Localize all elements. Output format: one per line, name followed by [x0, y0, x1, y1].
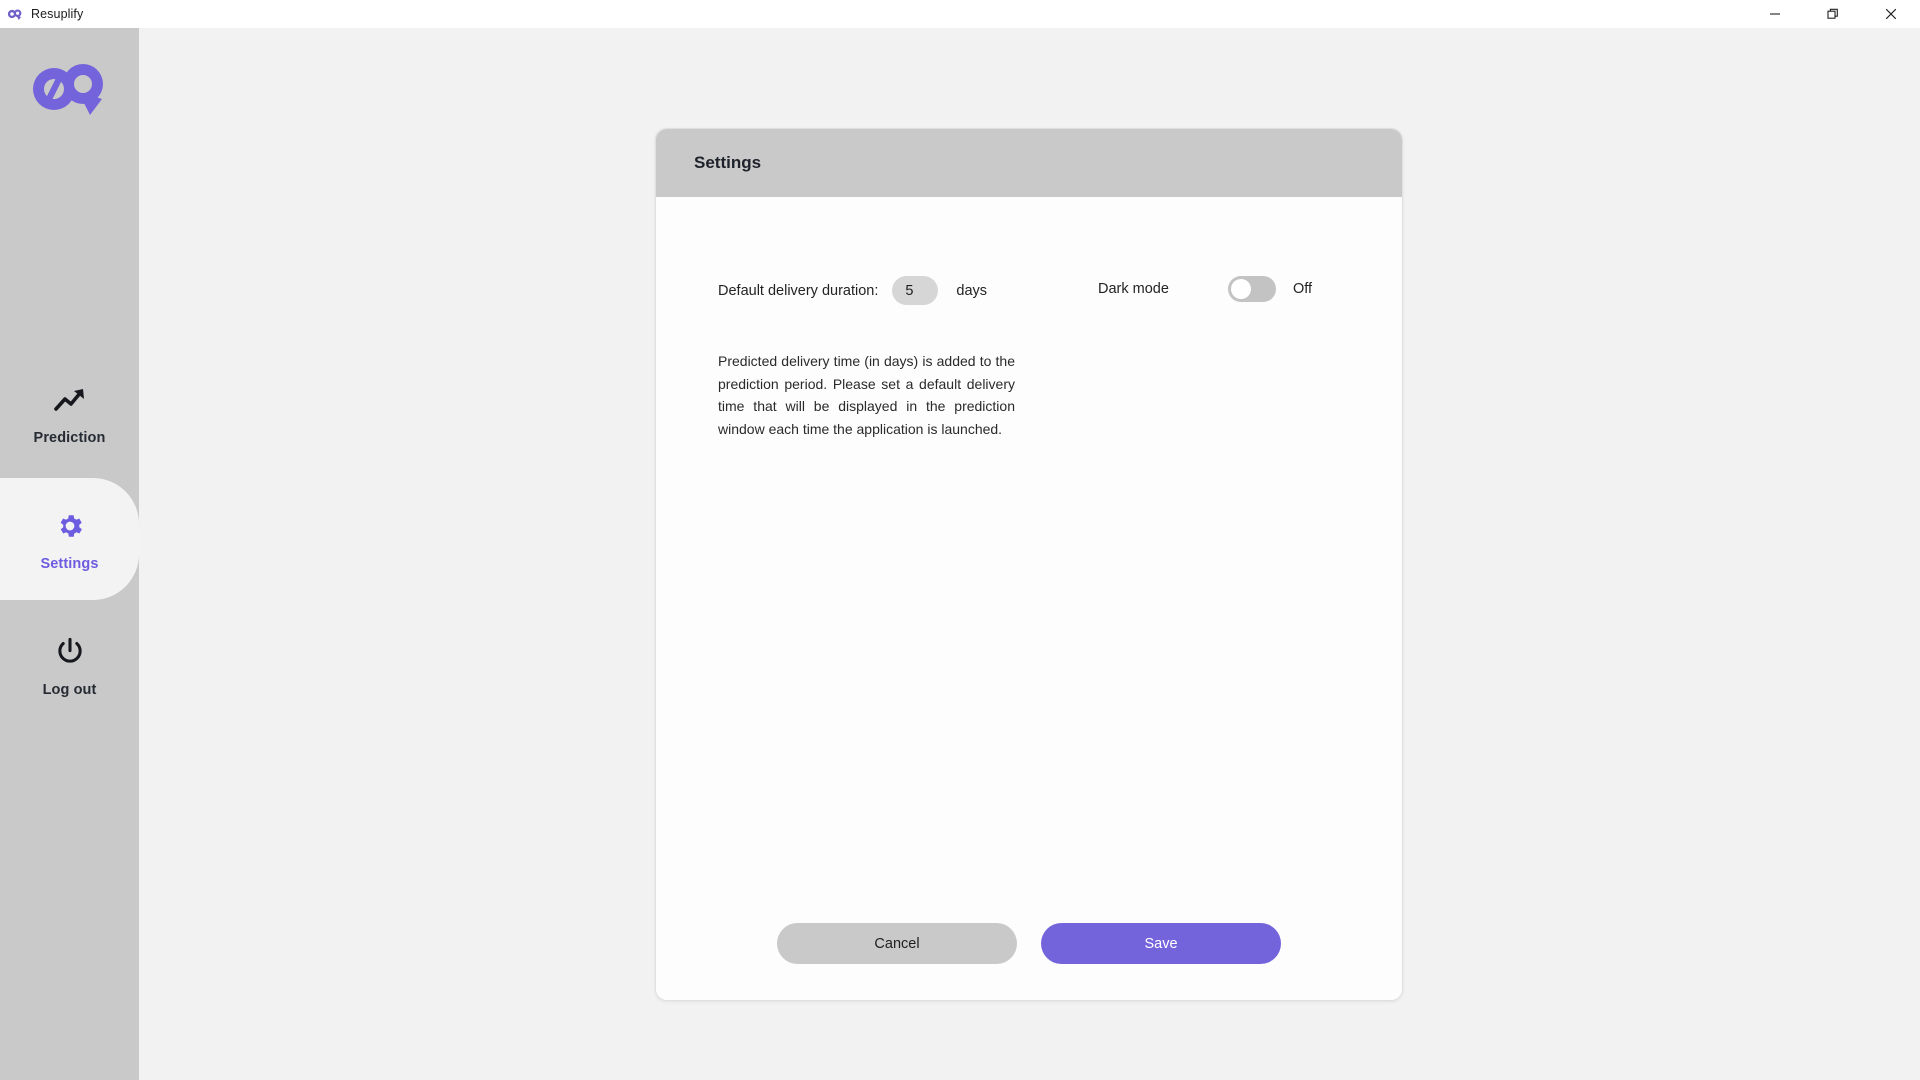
window-controls [1746, 0, 1920, 28]
default-delivery-duration-input[interactable] [892, 276, 939, 305]
restore-window-icon [1827, 8, 1839, 20]
settings-card-actions: Cancel Save [656, 923, 1402, 964]
sidebar-item-label: Settings [40, 555, 99, 572]
power-icon [54, 633, 86, 671]
close-button[interactable] [1862, 0, 1920, 28]
sidebar: Prediction Settings Log out [0, 28, 139, 1080]
dark-mode-toggle[interactable] [1228, 276, 1276, 302]
resuplify-brand-logo [26, 58, 112, 120]
settings-description: Predicted delivery time (in days) is add… [718, 353, 1015, 437]
duration-unit-label: days [956, 282, 988, 299]
settings-card-body: Default delivery duration: days Dark mod… [656, 197, 1402, 1000]
maximize-button[interactable] [1804, 0, 1862, 28]
dark-mode-row: Dark mode Off [1098, 276, 1312, 302]
window-titlebar: Resuplify [0, 0, 1920, 28]
save-button[interactable]: Save [1041, 923, 1281, 964]
default-delivery-duration-row: Default delivery duration: days [718, 276, 987, 305]
resuplify-logo-icon [6, 5, 24, 23]
close-icon [1885, 8, 1897, 20]
minimize-icon [1769, 8, 1781, 20]
dark-mode-toggle-knob [1231, 279, 1251, 299]
gear-icon [55, 507, 85, 545]
default-delivery-duration-label: Default delivery duration: [718, 282, 879, 299]
trending-up-icon [53, 381, 87, 419]
main-content-area: Settings Default delivery duration: days… [139, 28, 1920, 1080]
cancel-button[interactable]: Cancel [777, 923, 1017, 964]
dark-mode-state-label: Off [1293, 281, 1313, 297]
page-title: Settings [694, 153, 762, 172]
settings-card: Settings Default delivery duration: days… [655, 128, 1403, 1001]
minimize-button[interactable] [1746, 0, 1804, 28]
sidebar-item-prediction[interactable]: Prediction [0, 368, 139, 458]
sidebar-item-settings[interactable]: Settings [0, 478, 139, 600]
dark-mode-label: Dark mode [1098, 281, 1169, 297]
sidebar-item-label: Log out [42, 681, 97, 698]
sidebar-item-logout[interactable]: Log out [0, 620, 139, 710]
settings-card-header: Settings [656, 129, 1402, 197]
window-title: Resuplify [31, 7, 84, 21]
sidebar-item-label: Prediction [33, 429, 106, 446]
